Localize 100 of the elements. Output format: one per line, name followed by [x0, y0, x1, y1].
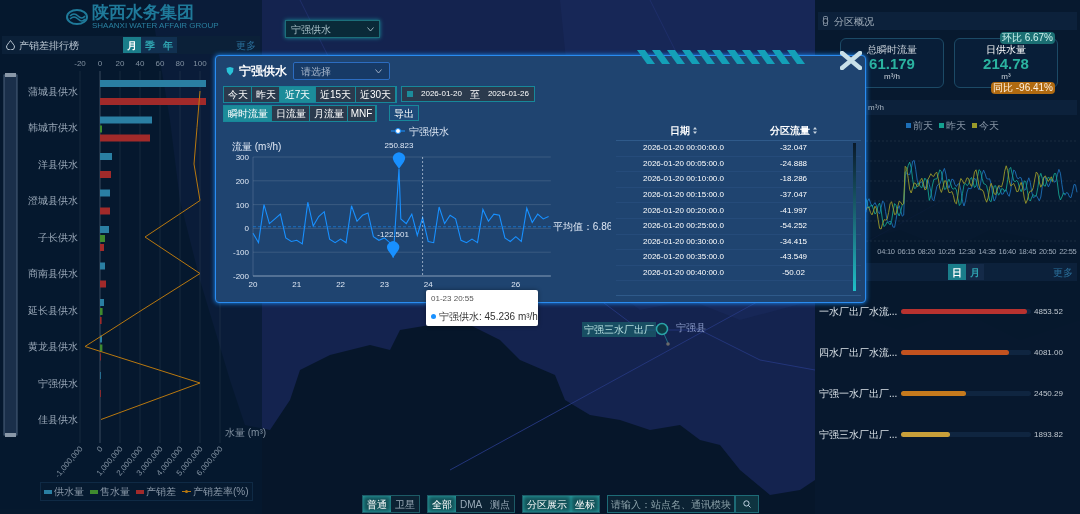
range-button[interactable]: 近15天	[316, 86, 356, 102]
sort-icon[interactable]	[813, 126, 817, 134]
search-field[interactable]: 请输入：站点名、通讯模块	[607, 495, 736, 513]
axis-label: 80	[175, 59, 185, 68]
category-label: 佳县供水	[38, 414, 78, 425]
legend-label: 产销差率(%)	[193, 485, 249, 499]
period-tab[interactable]: 月	[966, 264, 984, 280]
place-label: 宁强县	[676, 321, 706, 335]
category-label: 延长县供水	[28, 304, 78, 316]
axis-label: -200	[233, 272, 249, 281]
close-icon[interactable]	[840, 51, 862, 70]
range-button[interactable]: 昨天	[252, 86, 280, 102]
category-label: 蒲城县供水	[28, 85, 78, 97]
map-toggle-button[interactable]: 普通	[363, 496, 391, 512]
mode-tab[interactable]: 瞬时流量	[224, 105, 272, 121]
bar	[100, 262, 105, 270]
logo-subtitle: SHAANXI WATER AFFAIR GROUP	[92, 22, 219, 30]
table-cell: 2026-01-20 00:10:00.0	[643, 173, 724, 186]
map-toggle-button[interactable]: 卫星	[391, 496, 419, 512]
axis-label: 40	[135, 59, 145, 68]
map-toggle-button[interactable]: 全部	[428, 496, 456, 512]
table-cell: 2026-01-20 00:25:00.0	[643, 220, 724, 233]
ranking-value: 2450.29	[1034, 387, 1063, 400]
tooltip-time: 01-23 20:55	[431, 292, 475, 305]
map-toggle-button[interactable]: 分区展示	[523, 496, 572, 512]
search-button[interactable]	[735, 495, 760, 513]
table-cell: 2026-01-20 00:20:00.0	[643, 204, 724, 217]
chevron-down-icon	[375, 68, 382, 74]
map-toggle-button[interactable]: 坐标	[571, 496, 600, 512]
bar	[100, 280, 106, 288]
map-toggle-button[interactable]: 测点	[486, 496, 515, 512]
stat-label: 总瞬时流量	[867, 44, 917, 55]
legend-swatch	[90, 489, 98, 494]
axis-title: 流量 (m³/h)	[232, 141, 282, 152]
logo-text: 陕西水务集团	[92, 4, 195, 21]
legend-label: 售水量	[100, 485, 130, 499]
scrollbar[interactable]	[853, 143, 856, 291]
change-badge: 同比 -96.41%	[990, 82, 1055, 94]
column-header: 日期	[670, 123, 690, 138]
category-label: 韩城市供水	[28, 122, 78, 133]
range-slider[interactable]	[3, 73, 18, 437]
range-button[interactable]: 近30天	[356, 86, 396, 102]
table-cell: -37.047	[779, 189, 808, 202]
legend-swatch	[44, 489, 52, 494]
table-cell: 2026-01-20 00:00:00.0	[643, 142, 724, 155]
sort-icon[interactable]	[693, 126, 697, 134]
axis-label: 21	[292, 280, 302, 289]
legend-label: 宁强供水	[409, 125, 449, 137]
axis-label: 100	[235, 200, 249, 210]
legend-marker-icon	[390, 128, 406, 134]
category-label: 澄城县供水	[28, 195, 78, 206]
ranking-label: 宁强三水厂出厂...	[819, 428, 899, 442]
watch-icon	[822, 16, 829, 26]
legend-label: 产销差	[146, 485, 176, 499]
ranking-label: 四水厂出厂水流...	[819, 346, 899, 360]
table-cell: 2026-01-20 00:30:00.0	[643, 235, 724, 248]
chevron-down-icon	[367, 26, 374, 32]
select-field[interactable]: 宁强供水	[285, 20, 380, 38]
legend-label: 今天	[979, 119, 999, 133]
ranking-label: 宁强一水厂出厂...	[819, 387, 899, 401]
legend-label: 供水量	[54, 485, 84, 499]
date-range-field[interactable]: 2026-01-20 至 2026-01-26	[401, 86, 535, 102]
table-cell: 2026-01-20 00:05:00.0	[643, 157, 724, 170]
period-tab[interactable]: 日	[948, 264, 966, 280]
legend-swatch	[136, 489, 144, 494]
panel-title: 分区概况	[834, 14, 874, 29]
drop-icon	[6, 40, 15, 50]
column-header: 分区流量	[770, 123, 810, 138]
category-label: 商南县供水	[28, 268, 78, 279]
stat-unit: m³/h	[884, 73, 900, 82]
period-tab[interactable]: 月	[123, 37, 141, 53]
stat-unit: m³	[1001, 73, 1011, 82]
bar	[100, 299, 104, 306]
pin-marker	[393, 152, 405, 169]
axis-label: 200	[235, 176, 249, 186]
mode-tab[interactable]: MNF	[348, 105, 376, 121]
bar	[100, 226, 109, 233]
average-label: 平均值：6.86	[552, 220, 611, 232]
axis-label: -20	[74, 59, 86, 68]
export-button[interactable]: 导出	[389, 105, 419, 121]
map-toggle-button[interactable]: DMA	[456, 496, 487, 512]
stat-value: 61.179	[869, 54, 915, 73]
axis-label: 100	[193, 59, 207, 68]
period-tab[interactable]: 季	[141, 37, 159, 53]
range-button[interactable]: 今天	[224, 86, 252, 102]
bar	[100, 308, 103, 315]
shield-icon	[226, 66, 234, 76]
select-field[interactable]: 请选择	[293, 62, 390, 80]
date-text: 2026-01-20	[421, 88, 462, 100]
search-icon	[743, 500, 752, 508]
table-cell: -54.252	[779, 220, 808, 233]
range-separator: 至	[469, 87, 480, 102]
mode-tab[interactable]: 日流量	[272, 105, 310, 121]
period-tab[interactable]: 年	[159, 37, 177, 53]
axis-label: 60	[155, 59, 165, 68]
mode-tab[interactable]: 月流量	[310, 105, 348, 121]
axis-label: 24	[423, 280, 433, 289]
ranking-value: 4081.00	[1034, 346, 1063, 359]
range-button[interactable]: 近7天	[280, 86, 316, 102]
table-cell: -50.02	[782, 267, 805, 280]
